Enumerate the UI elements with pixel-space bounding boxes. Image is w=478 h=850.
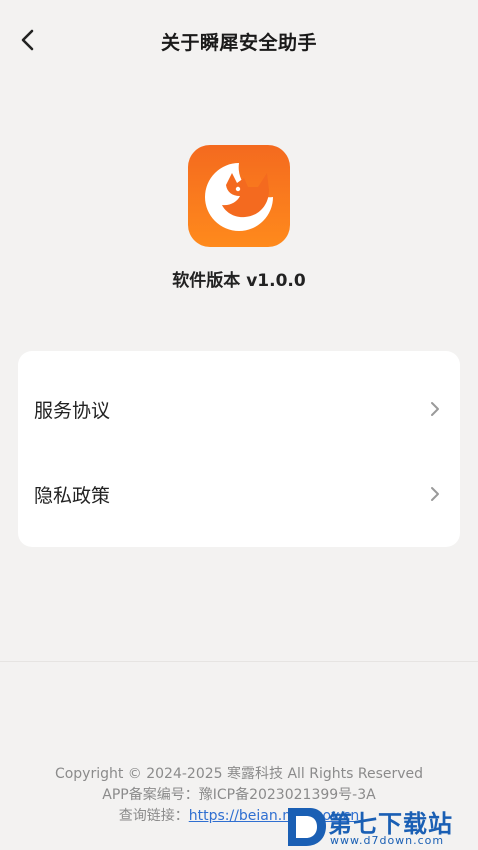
watermark-url: www.d7down.com	[330, 834, 445, 847]
app-logo-icon	[188, 145, 290, 247]
top-bar: 关于瞬犀安全助手	[0, 0, 478, 82]
divider	[0, 661, 478, 662]
page-title: 关于瞬犀安全助手	[160, 32, 317, 54]
chevron-right-icon	[431, 402, 439, 416]
watermark-logo-icon	[288, 808, 326, 846]
settings-card: 服务协议 隐私政策	[18, 351, 460, 547]
rhino-logo-icon	[205, 163, 273, 231]
menu-item-label: 服务协议	[34, 400, 111, 422]
menu-item-label: 隐私政策	[34, 485, 111, 507]
menu-item-service-agreement[interactable]: 服务协议	[18, 366, 460, 452]
menu-item-privacy-policy[interactable]: 隐私政策	[18, 451, 460, 537]
watermark: 第七下载站 www.d7down.com	[284, 800, 478, 850]
copyright-text: Copyright © 2024-2025 寒露科技 All Rights Re…	[54, 766, 424, 782]
version-label: 软件版本 v1.0.0	[172, 271, 306, 291]
query-prefix: 查询链接：	[118, 808, 189, 824]
chevron-right-icon	[431, 487, 439, 501]
